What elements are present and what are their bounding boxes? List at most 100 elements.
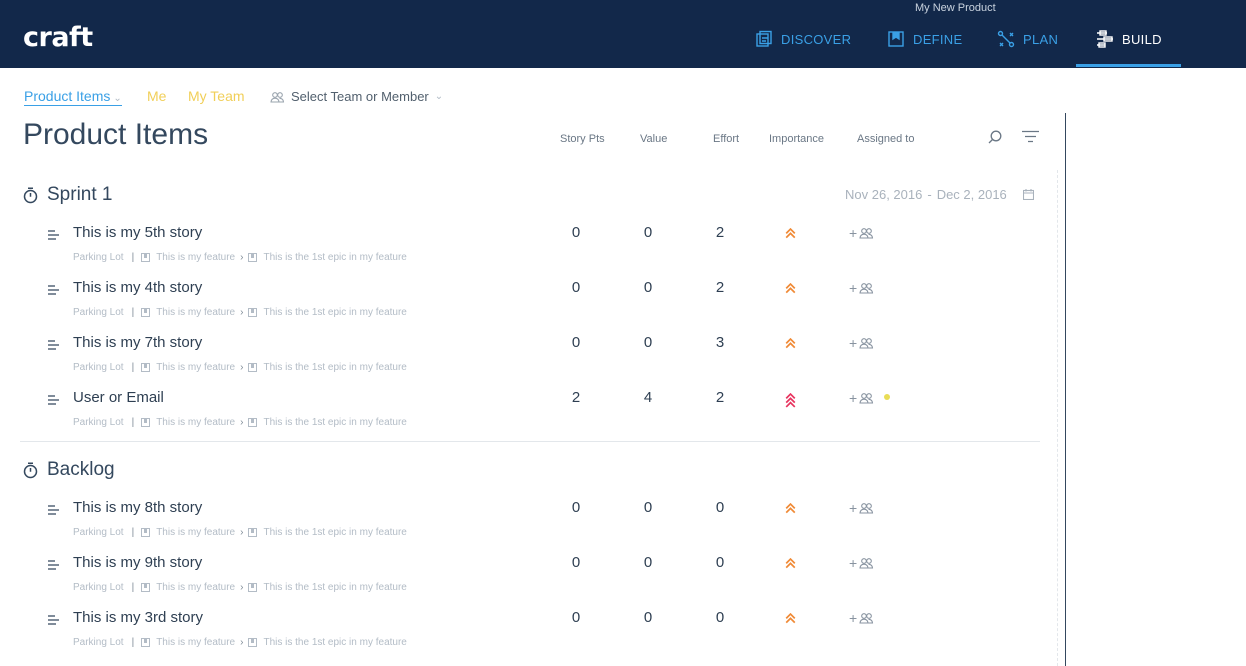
value-value[interactable]: 0: [633, 499, 663, 516]
effort-value[interactable]: 0: [705, 554, 735, 571]
subnav-me[interactable]: Me: [147, 88, 166, 104]
feature-link[interactable]: This is my feature: [156, 582, 235, 593]
importance-high-icon[interactable]: [785, 228, 796, 243]
story-title[interactable]: This is my 5th story: [73, 224, 202, 241]
story-row[interactable]: This is my 8th story Parking Lot | This is …: [0, 499, 1040, 554]
effort-value[interactable]: 3: [705, 334, 735, 351]
epic-link[interactable]: This is the 1st epic in my feature: [263, 637, 406, 648]
effort-value[interactable]: 2: [705, 224, 735, 241]
value-value[interactable]: 0: [633, 224, 663, 241]
product-name[interactable]: My New Product: [915, 2, 996, 14]
value-value[interactable]: 0: [633, 279, 663, 296]
story-row[interactable]: This is my 9th story Parking Lot | This is …: [0, 554, 1040, 609]
drag-handle-icon[interactable]: [48, 285, 60, 295]
column-assigned-to[interactable]: Assigned to: [857, 133, 914, 145]
story-pts-value[interactable]: 0: [561, 499, 591, 516]
epic-link[interactable]: This is the 1st epic in my feature: [263, 527, 406, 538]
craft-logo[interactable]: craft: [23, 22, 93, 53]
column-effort[interactable]: Effort: [713, 133, 739, 145]
filter-icon[interactable]: [1022, 130, 1039, 143]
tab-build[interactable]: BUILD: [1096, 29, 1162, 49]
effort-value[interactable]: 2: [705, 279, 735, 296]
parking-lot-link[interactable]: Parking Lot: [73, 582, 124, 593]
group-header-sprint-1[interactable]: Sprint 1: [23, 184, 112, 206]
importance-high-icon[interactable]: [785, 338, 796, 353]
value-value[interactable]: 0: [633, 609, 663, 626]
story-row[interactable]: This is my 3rd story Parking Lot | This is …: [0, 609, 1040, 664]
feature-link[interactable]: This is my feature: [156, 527, 235, 538]
feature-link[interactable]: This is my feature: [156, 417, 235, 428]
story-row[interactable]: This is my 5th story Parking Lot | This is …: [0, 224, 1040, 279]
story-row[interactable]: This is my 7th story Parking Lot | This is …: [0, 334, 1040, 389]
effort-value[interactable]: 2: [705, 389, 735, 406]
effort-value[interactable]: 0: [705, 499, 735, 516]
story-title[interactable]: This is my 8th story: [73, 499, 202, 516]
story-title[interactable]: User or Email: [73, 389, 164, 406]
drag-handle-icon[interactable]: [48, 505, 60, 515]
subnav-my-team[interactable]: My Team: [188, 88, 245, 104]
story-pts-value[interactable]: 2: [561, 389, 591, 406]
parking-lot-link[interactable]: Parking Lot: [73, 362, 124, 373]
assign-member-button[interactable]: +: [849, 335, 874, 351]
story-pts-value[interactable]: 0: [561, 279, 591, 296]
drag-handle-icon[interactable]: [48, 395, 60, 405]
value-value[interactable]: 0: [633, 554, 663, 571]
parking-lot-link[interactable]: Parking Lot: [73, 307, 124, 318]
drag-handle-icon[interactable]: [48, 340, 60, 350]
effort-value[interactable]: 0: [705, 609, 735, 626]
calendar-icon[interactable]: [1022, 189, 1034, 200]
epic-link[interactable]: This is the 1st epic in my feature: [263, 362, 406, 373]
subnav-product-items[interactable]: Product Items ⌄: [24, 88, 122, 106]
feature-link[interactable]: This is my feature: [156, 362, 235, 373]
story-title[interactable]: This is my 9th story: [73, 554, 202, 571]
assign-member-button[interactable]: +: [849, 555, 874, 571]
column-importance[interactable]: Importance: [769, 133, 824, 145]
epic-link[interactable]: This is the 1st epic in my feature: [263, 582, 406, 593]
parking-lot-link[interactable]: Parking Lot: [73, 252, 124, 263]
epic-link[interactable]: This is the 1st epic in my feature: [263, 252, 406, 263]
importance-high-icon[interactable]: [785, 283, 796, 298]
value-value[interactable]: 4: [633, 389, 663, 406]
story-row[interactable]: This is my 4th story Parking Lot | This is …: [0, 279, 1040, 334]
story-row[interactable]: User or Email Parking Lot | This is my feat…: [0, 389, 1040, 444]
importance-high-icon[interactable]: [785, 503, 796, 518]
column-value[interactable]: Value: [640, 133, 667, 145]
sprint-date-range[interactable]: Nov 26, 2016 - Dec 2, 2016: [845, 187, 1034, 202]
feature-link[interactable]: This is my feature: [156, 307, 235, 318]
assign-member-button[interactable]: +: [849, 390, 874, 406]
story-pts-value[interactable]: 0: [561, 334, 591, 351]
group-header-backlog[interactable]: Backlog: [23, 459, 115, 481]
team-icon: [270, 91, 285, 103]
parking-lot-link[interactable]: Parking Lot: [73, 417, 124, 428]
assign-member-button[interactable]: +: [849, 225, 874, 241]
parking-lot-link[interactable]: Parking Lot: [73, 527, 124, 538]
importance-critical-icon[interactable]: [785, 393, 796, 408]
drag-handle-icon[interactable]: [48, 615, 60, 625]
assign-member-button[interactable]: +: [849, 280, 874, 296]
drag-handle-icon[interactable]: [48, 230, 60, 240]
value-value[interactable]: 0: [633, 334, 663, 351]
parking-lot-link[interactable]: Parking Lot: [73, 637, 124, 648]
drag-handle-icon[interactable]: [48, 560, 60, 570]
story-title[interactable]: This is my 4th story: [73, 279, 202, 296]
tab-plan[interactable]: PLAN: [997, 29, 1058, 49]
importance-high-icon[interactable]: [785, 558, 796, 573]
story-title[interactable]: This is my 3rd story: [73, 609, 203, 626]
story-pts-value[interactable]: 0: [561, 609, 591, 626]
story-pts-value[interactable]: 0: [561, 554, 591, 571]
search-icon[interactable]: [988, 130, 1003, 145]
epic-link[interactable]: This is the 1st epic in my feature: [263, 307, 406, 318]
epic-link[interactable]: This is the 1st epic in my feature: [263, 417, 406, 428]
tab-define[interactable]: DEFINE: [887, 29, 962, 49]
assign-member-button[interactable]: +: [849, 500, 874, 516]
feature-link[interactable]: This is my feature: [156, 252, 235, 263]
story-title[interactable]: This is my 7th story: [73, 334, 202, 351]
feature-link[interactable]: This is my feature: [156, 637, 235, 648]
tab-discover[interactable]: DISCOVER: [755, 29, 851, 49]
select-team-dropdown[interactable]: Select Team or Member ⌄: [270, 89, 443, 104]
story-pts-value[interactable]: 0: [561, 224, 591, 241]
importance-high-icon[interactable]: [785, 613, 796, 628]
assign-member-button[interactable]: +: [849, 610, 874, 626]
column-story-pts[interactable]: Story Pts: [560, 133, 605, 145]
group-divider: [20, 441, 1040, 442]
